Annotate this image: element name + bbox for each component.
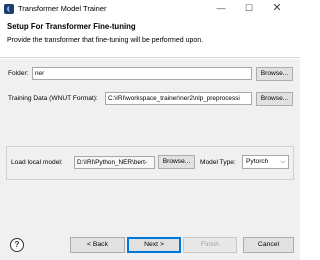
folder-input[interactable]: ner	[32, 67, 252, 80]
model-type-select[interactable]: Pytorch ⌵	[242, 155, 289, 169]
minimize-button[interactable]: —	[210, 1, 232, 16]
wizard-body: Folder: ner Browse... Training Data (WNU…	[0, 59, 300, 233]
back-button[interactable]: < Back	[70, 237, 125, 253]
training-data-browse-button[interactable]: Browse...	[256, 92, 293, 106]
maximize-button[interactable]: ☐	[238, 1, 260, 16]
close-button[interactable]: ✕	[266, 1, 288, 16]
model-group: Load local model: D:\IRI\Python_NER\bert…	[6, 146, 294, 180]
training-data-input[interactable]: C:\IRI\workspace_trainer\ner2\nlp_prepro…	[105, 92, 252, 105]
local-model-browse-button[interactable]: Browse...	[158, 155, 195, 169]
finish-button[interactable]: Finish	[183, 237, 237, 253]
title-bar: Transformer Model Trainer — ☐ ✕	[0, 0, 300, 18]
local-model-label: Load local model:	[11, 159, 63, 166]
wizard-header: Setup For Transformer Fine-tuning Provid…	[0, 18, 300, 58]
folder-browse-button[interactable]: Browse...	[256, 67, 293, 81]
next-button[interactable]: Next >	[127, 237, 181, 253]
help-icon[interactable]: ?	[10, 238, 24, 252]
cancel-button[interactable]: Cancel	[243, 237, 294, 253]
training-data-label: Training Data (WNUT Format):	[8, 95, 98, 102]
window-title: Transformer Model Trainer	[18, 4, 107, 13]
chevron-down-icon: ⌵	[280, 159, 285, 165]
page-description: Provide the transformer that fine-tuning…	[7, 37, 204, 44]
folder-label: Folder:	[8, 70, 29, 77]
app-icon	[4, 4, 14, 14]
model-type-label: Model Type:	[200, 159, 236, 166]
model-type-value: Pytorch	[246, 158, 269, 165]
wizard-footer: ? < Back Next > Finish Cancel	[0, 233, 300, 260]
page-title: Setup For Transformer Fine-tuning	[7, 22, 136, 31]
local-model-input[interactable]: D:\IRI\Python_NER\bert-	[74, 156, 155, 169]
